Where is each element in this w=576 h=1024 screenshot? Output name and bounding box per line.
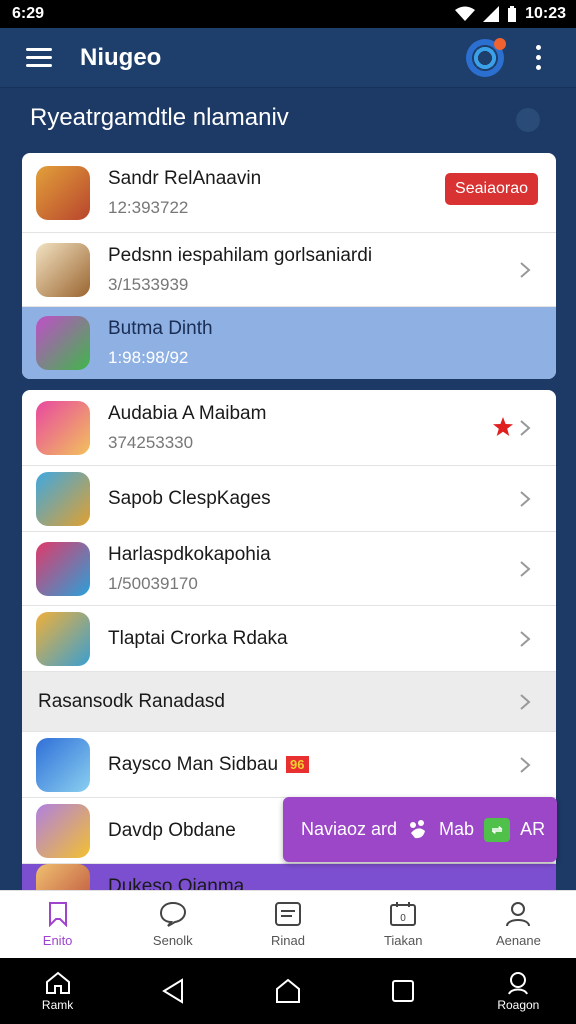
nav-item-aenane[interactable]: Aenane — [461, 891, 576, 958]
list-item[interactable]: Raysco Man Sidbau 96 — [22, 732, 556, 798]
sys-search-button[interactable]: Roagon — [478, 971, 558, 1012]
back-triangle-icon — [161, 978, 183, 1004]
section-heading: Ryeatrgamdtle nlamaniv — [30, 104, 289, 131]
person-icon — [506, 902, 531, 927]
list-item-subtitle: 3/1533939 — [108, 274, 189, 294]
nav-label: Tiakan — [383, 933, 423, 948]
robot-shield-icon — [36, 737, 90, 792]
sun-character-icon — [36, 803, 90, 858]
nav-label: Senolk — [152, 933, 193, 948]
sys-home-button[interactable]: Ramk — [18, 971, 98, 1012]
list-item-title: Raysco Man Sidbau — [108, 753, 279, 775]
list-item-subtitle: 374253330 — [108, 432, 194, 452]
sys-recents-button[interactable] — [363, 978, 443, 1004]
list-item-title: Sapob ClespKages — [108, 487, 271, 509]
faint-circle-icon — [516, 108, 540, 132]
star-icon[interactable] — [492, 416, 514, 438]
fab-suffix: AR — [520, 819, 546, 839]
list-item[interactable]: Pedsnn iespahilam gorlsaniardi 3/1533939 — [22, 233, 556, 307]
chevron-right-icon — [516, 261, 534, 279]
recents-square-icon — [392, 980, 415, 1002]
list-item-title: Tlaptai Crorka Rdaka — [108, 627, 288, 649]
list-item-subtitle: 1/50039170 — [108, 573, 198, 593]
chat-bubble-icon — [159, 901, 186, 927]
nav-label: Enito — [42, 933, 73, 948]
document-icon — [275, 902, 301, 926]
sys-back-button[interactable] — [133, 977, 213, 1005]
signal-icon — [483, 6, 500, 22]
app-bar: Niugeo — [0, 28, 576, 88]
list-item[interactable]: Harlaspdkokapohia 1/50039170 — [22, 532, 556, 606]
svg-text:0: 0 — [400, 913, 406, 924]
calendar-icon: 0 — [390, 902, 417, 926]
list-item-title: Harlaspdkokapohia — [108, 543, 271, 565]
chevron-right-icon — [516, 419, 534, 437]
chevron-right-icon — [516, 756, 534, 774]
list-item[interactable]: Sandr RelAnaavin 12:393722 Seaiaorao — [22, 153, 556, 233]
status-bar: 6:29 10:23 — [0, 0, 576, 28]
nav-item-tiakan[interactable]: 0 Tiakan — [346, 891, 461, 958]
status-badge[interactable]: Seaiaorao — [445, 173, 538, 205]
profile-ring-icon[interactable] — [466, 37, 506, 77]
bookmark-icon — [48, 902, 67, 927]
sys-label: Ramk — [41, 997, 74, 1012]
more-options-icon[interactable] — [536, 45, 542, 70]
nav-label: Aenane — [496, 933, 541, 948]
sys-home-pentagon-button[interactable] — [248, 977, 328, 1005]
list-item-selected[interactable]: Butma Dinth 1:98:98/92 — [22, 307, 556, 379]
search-person-icon — [508, 971, 529, 995]
chevron-right-icon — [516, 560, 534, 578]
list-item-title: Dukeso Oianma — [108, 876, 245, 890]
floating-action-chip[interactable]: Naviaoz ard Mab ⇌ AR — [283, 797, 557, 862]
nav-label: Rinad — [271, 933, 305, 948]
nav-item-rinad[interactable]: Rinad — [230, 891, 345, 958]
home-outline-icon — [45, 971, 70, 994]
nav-item-senolk[interactable]: Senolk — [115, 891, 230, 958]
bottom-navigation: Enito Senolk Rinad 0 Tiakan Aenane — [0, 890, 576, 958]
chevron-right-icon — [516, 490, 534, 508]
system-navigation: Ramk Roagon — [0, 958, 576, 1024]
featured-list-card: Sandr RelAnaavin 12:393722 Seaiaorao Ped… — [22, 153, 556, 379]
paw-icon — [410, 819, 426, 838]
wooden-log-icon — [36, 242, 90, 297]
fab-label: Naviaoz ard — [301, 819, 398, 839]
list-item-title: Butma Dinth — [108, 318, 213, 339]
green-tag-icon: ⇌ — [484, 817, 511, 842]
list-item[interactable]: Sapob ClespKages — [22, 466, 556, 532]
home-pentagon-icon — [275, 978, 300, 1003]
fab-extra: Mab — [439, 819, 475, 839]
girl-avatar-icon — [36, 400, 90, 455]
list-item[interactable]: Audabia A Maibam 374253330 — [22, 390, 556, 466]
green-bird-icon — [36, 316, 90, 370]
status-time-right: 10:23 — [525, 5, 566, 22]
wifi-icon — [455, 6, 476, 21]
fruit-character-icon — [36, 165, 90, 220]
warrior-avatar-icon — [36, 471, 90, 526]
nav-item-enito[interactable]: Enito — [0, 891, 115, 958]
app-title: Niugeo — [80, 43, 162, 71]
sys-label: Roagon — [497, 997, 540, 1012]
list-item-title: Audabia A Maibam — [108, 402, 267, 424]
list-item[interactable]: Tlaptai Crorka Rdaka — [22, 606, 556, 672]
tiki-character-icon — [36, 611, 90, 666]
section-row[interactable]: Rasansodk Ranadasd — [22, 672, 556, 732]
list-item-subtitle: 1:98:98/92 — [108, 348, 189, 367]
capped-hero-icon — [36, 541, 90, 596]
chevron-right-icon — [516, 693, 534, 711]
bearded-avatar-icon — [36, 864, 90, 890]
notification-dot — [494, 37, 506, 50]
menu-icon[interactable] — [26, 48, 52, 67]
status-time-left: 6:29 — [12, 5, 45, 22]
section-row-title: Rasansodk Ranadasd — [38, 690, 225, 712]
battery-icon — [508, 6, 517, 22]
list-item-title: Pedsnn iespahilam gorlsaniardi — [108, 244, 373, 266]
chevron-right-icon — [516, 630, 534, 648]
list-item[interactable]: Dukeso Oianma — [22, 864, 556, 890]
flag-badge: 96 — [286, 756, 309, 773]
